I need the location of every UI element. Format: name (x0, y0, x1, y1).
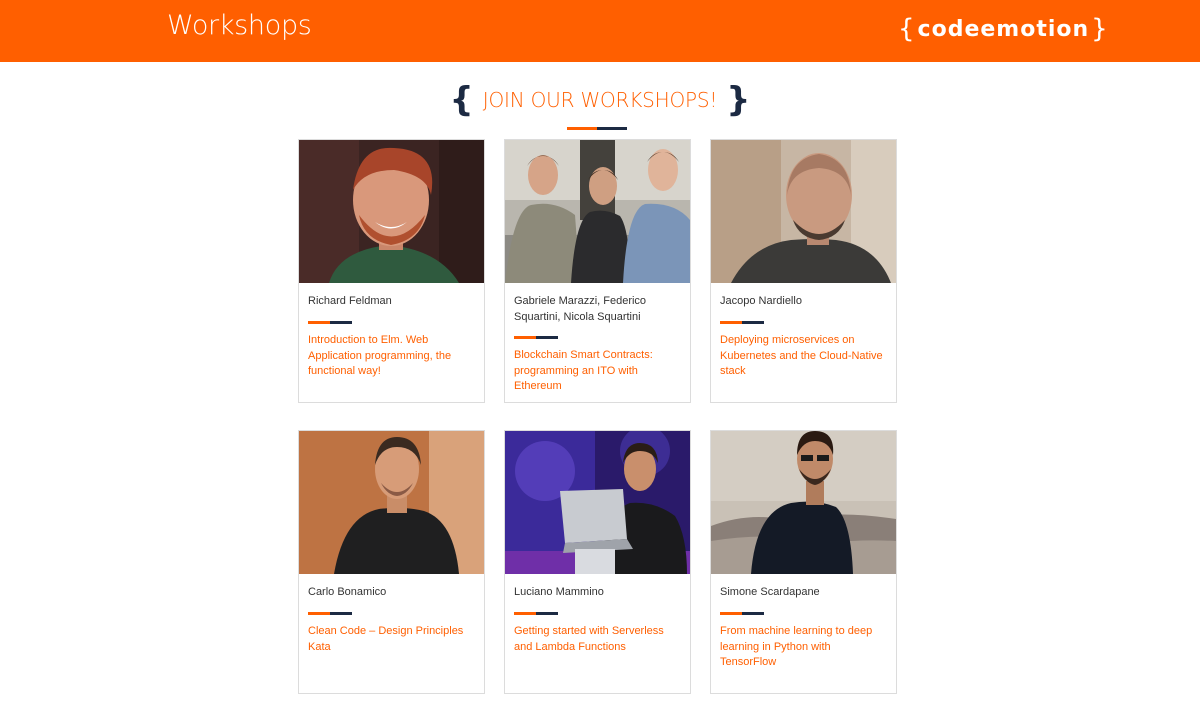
workshop-title-link[interactable]: Introduction to Elm. Web Application pro… (308, 333, 476, 380)
speaker-photo (299, 140, 484, 283)
codemotion-logo[interactable]: { codeemotion } (898, 13, 1109, 45)
speaker-name: Simone Scardapane (720, 586, 820, 598)
speaker-photo (505, 140, 690, 283)
card-divider (720, 612, 764, 615)
logo-close-brace: } (1091, 14, 1109, 44)
speaker-photo (711, 431, 896, 574)
speaker-photo (505, 431, 690, 574)
top-bar: Workshops { codeemotion } (0, 0, 1200, 62)
card-divider (308, 612, 352, 615)
workshop-title-link[interactable]: Clean Code – Design Principles Kata (308, 624, 476, 655)
workshop-card[interactable]: Simone Scardapane From machine learning … (710, 430, 897, 694)
heading-underline (567, 127, 627, 130)
section-heading: { JOIN OUR WORKSHOPS! } (0, 80, 1200, 120)
card-divider (514, 336, 558, 339)
workshop-card[interactable]: Carlo Bonamico Clean Code – Design Princ… (298, 430, 485, 694)
heading-open-brace: { (449, 80, 474, 120)
heading-text: JOIN OUR WORKSHOPS! (482, 88, 718, 112)
speaker-photo (711, 140, 896, 283)
speaker-name: Richard Feldman (308, 295, 392, 307)
workshop-card[interactable]: Luciano Mammino Getting started with Ser… (504, 430, 691, 694)
workshop-title-link[interactable]: Getting started with Serverless and Lamb… (514, 624, 682, 655)
workshop-card[interactable]: Gabriele Marazzi, Federico Squartini, Ni… (504, 139, 691, 403)
page-title: Workshops (167, 10, 312, 41)
card-divider (514, 612, 558, 615)
logo-mark: e (980, 16, 997, 42)
speaker-name: Carlo Bonamico (308, 586, 387, 598)
speaker-name: Jacopo Nardiello (720, 295, 802, 307)
logo-word-code: code (917, 16, 981, 42)
logo-word-motion: motion (996, 16, 1090, 42)
workshop-title-link[interactable]: Deploying microservices on Kubernetes an… (720, 333, 888, 380)
speaker-name: Gabriele Marazzi, Federico Squartini, Ni… (514, 295, 647, 323)
card-divider (308, 321, 352, 324)
workshop-card[interactable]: Jacopo Nardiello Deploying microservices… (710, 139, 897, 403)
heading-close-brace: } (726, 80, 751, 120)
workshop-title-link[interactable]: From machine learning to deep learning i… (720, 624, 888, 671)
logo-open-brace: { (898, 14, 916, 44)
card-divider (720, 321, 764, 324)
logo-wordmark: codeemotion (916, 17, 1092, 42)
speaker-photo (299, 431, 484, 574)
workshop-title-link[interactable]: Blockchain Smart Contracts: programming … (514, 348, 682, 395)
speaker-name: Luciano Mammino (514, 586, 604, 598)
workshop-card[interactable]: Richard Feldman Introduction to Elm. Web… (298, 139, 485, 403)
